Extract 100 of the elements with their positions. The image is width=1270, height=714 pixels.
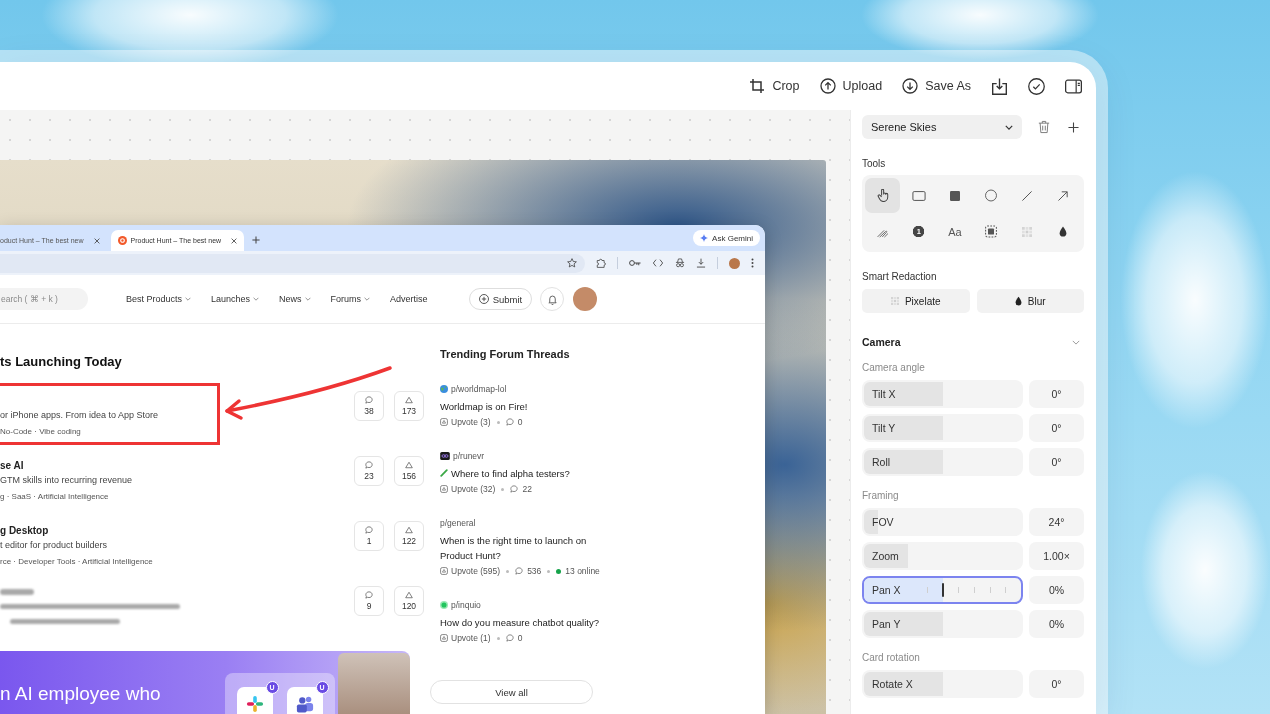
done-button[interactable] (1026, 75, 1047, 97)
close-icon[interactable] (93, 237, 100, 244)
preset-dropdown[interactable]: Serene Skies (862, 115, 1022, 139)
address-field[interactable] (0, 253, 585, 273)
submit-button[interactable]: Submit (468, 288, 533, 310)
community-name[interactable]: p/inquio (451, 600, 481, 610)
slider-track[interactable]: Rotate X (862, 670, 1023, 698)
profile-avatar[interactable] (729, 257, 740, 269)
community-name[interactable]: p/runevr (453, 451, 485, 461)
triangle-square-icon (440, 634, 448, 642)
user-avatar[interactable] (573, 287, 598, 311)
bars-logo-icon (245, 695, 264, 713)
slider-track[interactable]: Pan Y (862, 610, 1023, 638)
search-field[interactable]: earch ( ⌘ + k ) (0, 288, 88, 310)
rings-logo-icon (440, 452, 450, 460)
thread-title[interactable]: Where to find alpha testers? (451, 466, 570, 481)
upload-button[interactable]: Upload (817, 76, 885, 96)
circle-icon (985, 189, 998, 202)
nav-link[interactable]: Launches (211, 294, 260, 304)
tool-button[interactable]: Aa (937, 214, 973, 249)
comments-button[interactable]: 38 (354, 391, 384, 421)
notifications-button[interactable] (540, 287, 565, 311)
section-title: Camera (862, 336, 901, 348)
value-field[interactable]: 0° (1029, 414, 1084, 442)
redaction-button[interactable]: Pixelate (862, 289, 970, 313)
trash-icon (1038, 120, 1050, 134)
nav-link[interactable]: News (279, 294, 311, 304)
slider-track[interactable]: Pan X (862, 576, 1023, 604)
slider-label: Tilt X (871, 388, 896, 400)
hat-glasses-icon[interactable] (675, 258, 685, 268)
upvote-button[interactable]: 122 (394, 521, 424, 551)
value-field[interactable]: 24° (1029, 508, 1084, 536)
upvote-button[interactable]: Upvote (1) (440, 633, 491, 643)
speech-bubble-icon (365, 526, 373, 534)
tool-button[interactable] (865, 178, 901, 213)
product-name[interactable]: se AI (0, 459, 24, 473)
rectangle-icon (911, 190, 926, 201)
triangle-square-icon (440, 418, 448, 426)
speech-bubble-icon (365, 396, 373, 404)
comments-button[interactable]: 23 (354, 456, 384, 486)
slider-track[interactable]: Roll (862, 448, 1023, 476)
thread-title[interactable]: Worldmap is on Fire! (440, 399, 528, 414)
crop-button[interactable]: Crop (747, 76, 802, 96)
slider-track[interactable]: Tilt X (862, 380, 1023, 408)
slider-tick (1005, 587, 1007, 593)
value-field[interactable]: 1.00× (1029, 542, 1084, 570)
speech-bubble-icon (510, 485, 519, 493)
code-icon[interactable] (652, 259, 664, 267)
upvote-button[interactable]: 156 (394, 456, 424, 486)
thread-title[interactable]: How do you measure chatbot quality? (440, 615, 599, 630)
upvote-button[interactable]: 173 (394, 391, 424, 421)
value-field[interactable]: 0% (1029, 576, 1084, 604)
comments-button[interactable]: 9 (354, 586, 384, 616)
value-field[interactable]: 0% (1029, 610, 1084, 638)
speech-bubble-icon (365, 591, 373, 599)
slider-track[interactable]: FOV (862, 508, 1023, 536)
download-icon[interactable] (696, 258, 706, 268)
arrow-icon (1058, 190, 1069, 201)
value-field[interactable]: 0° (1029, 380, 1084, 408)
upvote-button[interactable]: Upvote (32) (440, 484, 496, 494)
new-tab-plus-icon[interactable] (252, 236, 261, 244)
dashed-square-icon (985, 225, 998, 238)
key-icon[interactable] (629, 259, 641, 267)
redaction-button[interactable]: Blur (976, 289, 1084, 313)
upvote-button[interactable]: Upvote (595) (440, 566, 501, 576)
community-name[interactable]: p/general (440, 518, 476, 528)
more-icon[interactable] (751, 258, 754, 268)
separator-dot-icon (501, 487, 505, 491)
group-label: Framing (862, 490, 899, 502)
comments-button[interactable]: 1 (354, 521, 384, 551)
star-icon[interactable] (567, 258, 577, 268)
chevron-down-icon (1005, 124, 1013, 130)
nav-link[interactable]: Best Products (126, 294, 192, 304)
online-dot-icon (556, 568, 562, 574)
close-icon[interactable] (231, 237, 238, 244)
add-button[interactable] (1066, 119, 1081, 135)
slider-tick (989, 587, 991, 593)
save-as-button[interactable]: Save As (900, 76, 973, 96)
nav-link[interactable]: Forums (330, 294, 371, 304)
slider-thumb[interactable] (941, 583, 944, 597)
slider-label: FOV (871, 516, 894, 528)
delete-button[interactable] (1036, 118, 1052, 136)
speech-bubble-icon (515, 567, 524, 575)
puzzle-icon[interactable] (596, 258, 606, 268)
product-name[interactable]: g Desktop (0, 524, 49, 538)
product-tagline: GTM skills into recurring revenue (0, 474, 133, 487)
upvote-button[interactable]: Upvote (3) (440, 417, 491, 427)
slider-label: Roll (871, 456, 891, 468)
view-all-button[interactable]: View all (430, 680, 593, 704)
slider-track[interactable]: Zoom (862, 542, 1023, 570)
nav-link[interactable]: Advertise (390, 294, 428, 304)
slider-track[interactable]: Tilt Y (862, 414, 1023, 442)
thread-title[interactable]: When is the right time to launch on Product Hunt? (440, 533, 612, 563)
product-topics: rce · Developer Tools · Artificial Intelligence (0, 556, 153, 568)
drop-icon (1059, 226, 1068, 237)
ask-gemini-button[interactable]: Ask Gemini (693, 230, 760, 246)
value-field[interactable]: 0° (1029, 670, 1084, 698)
community-name[interactable]: p/worldmap-lol (451, 384, 507, 394)
upvote-button[interactable]: 120 (394, 586, 424, 616)
value-field[interactable]: 0° (1029, 448, 1084, 476)
